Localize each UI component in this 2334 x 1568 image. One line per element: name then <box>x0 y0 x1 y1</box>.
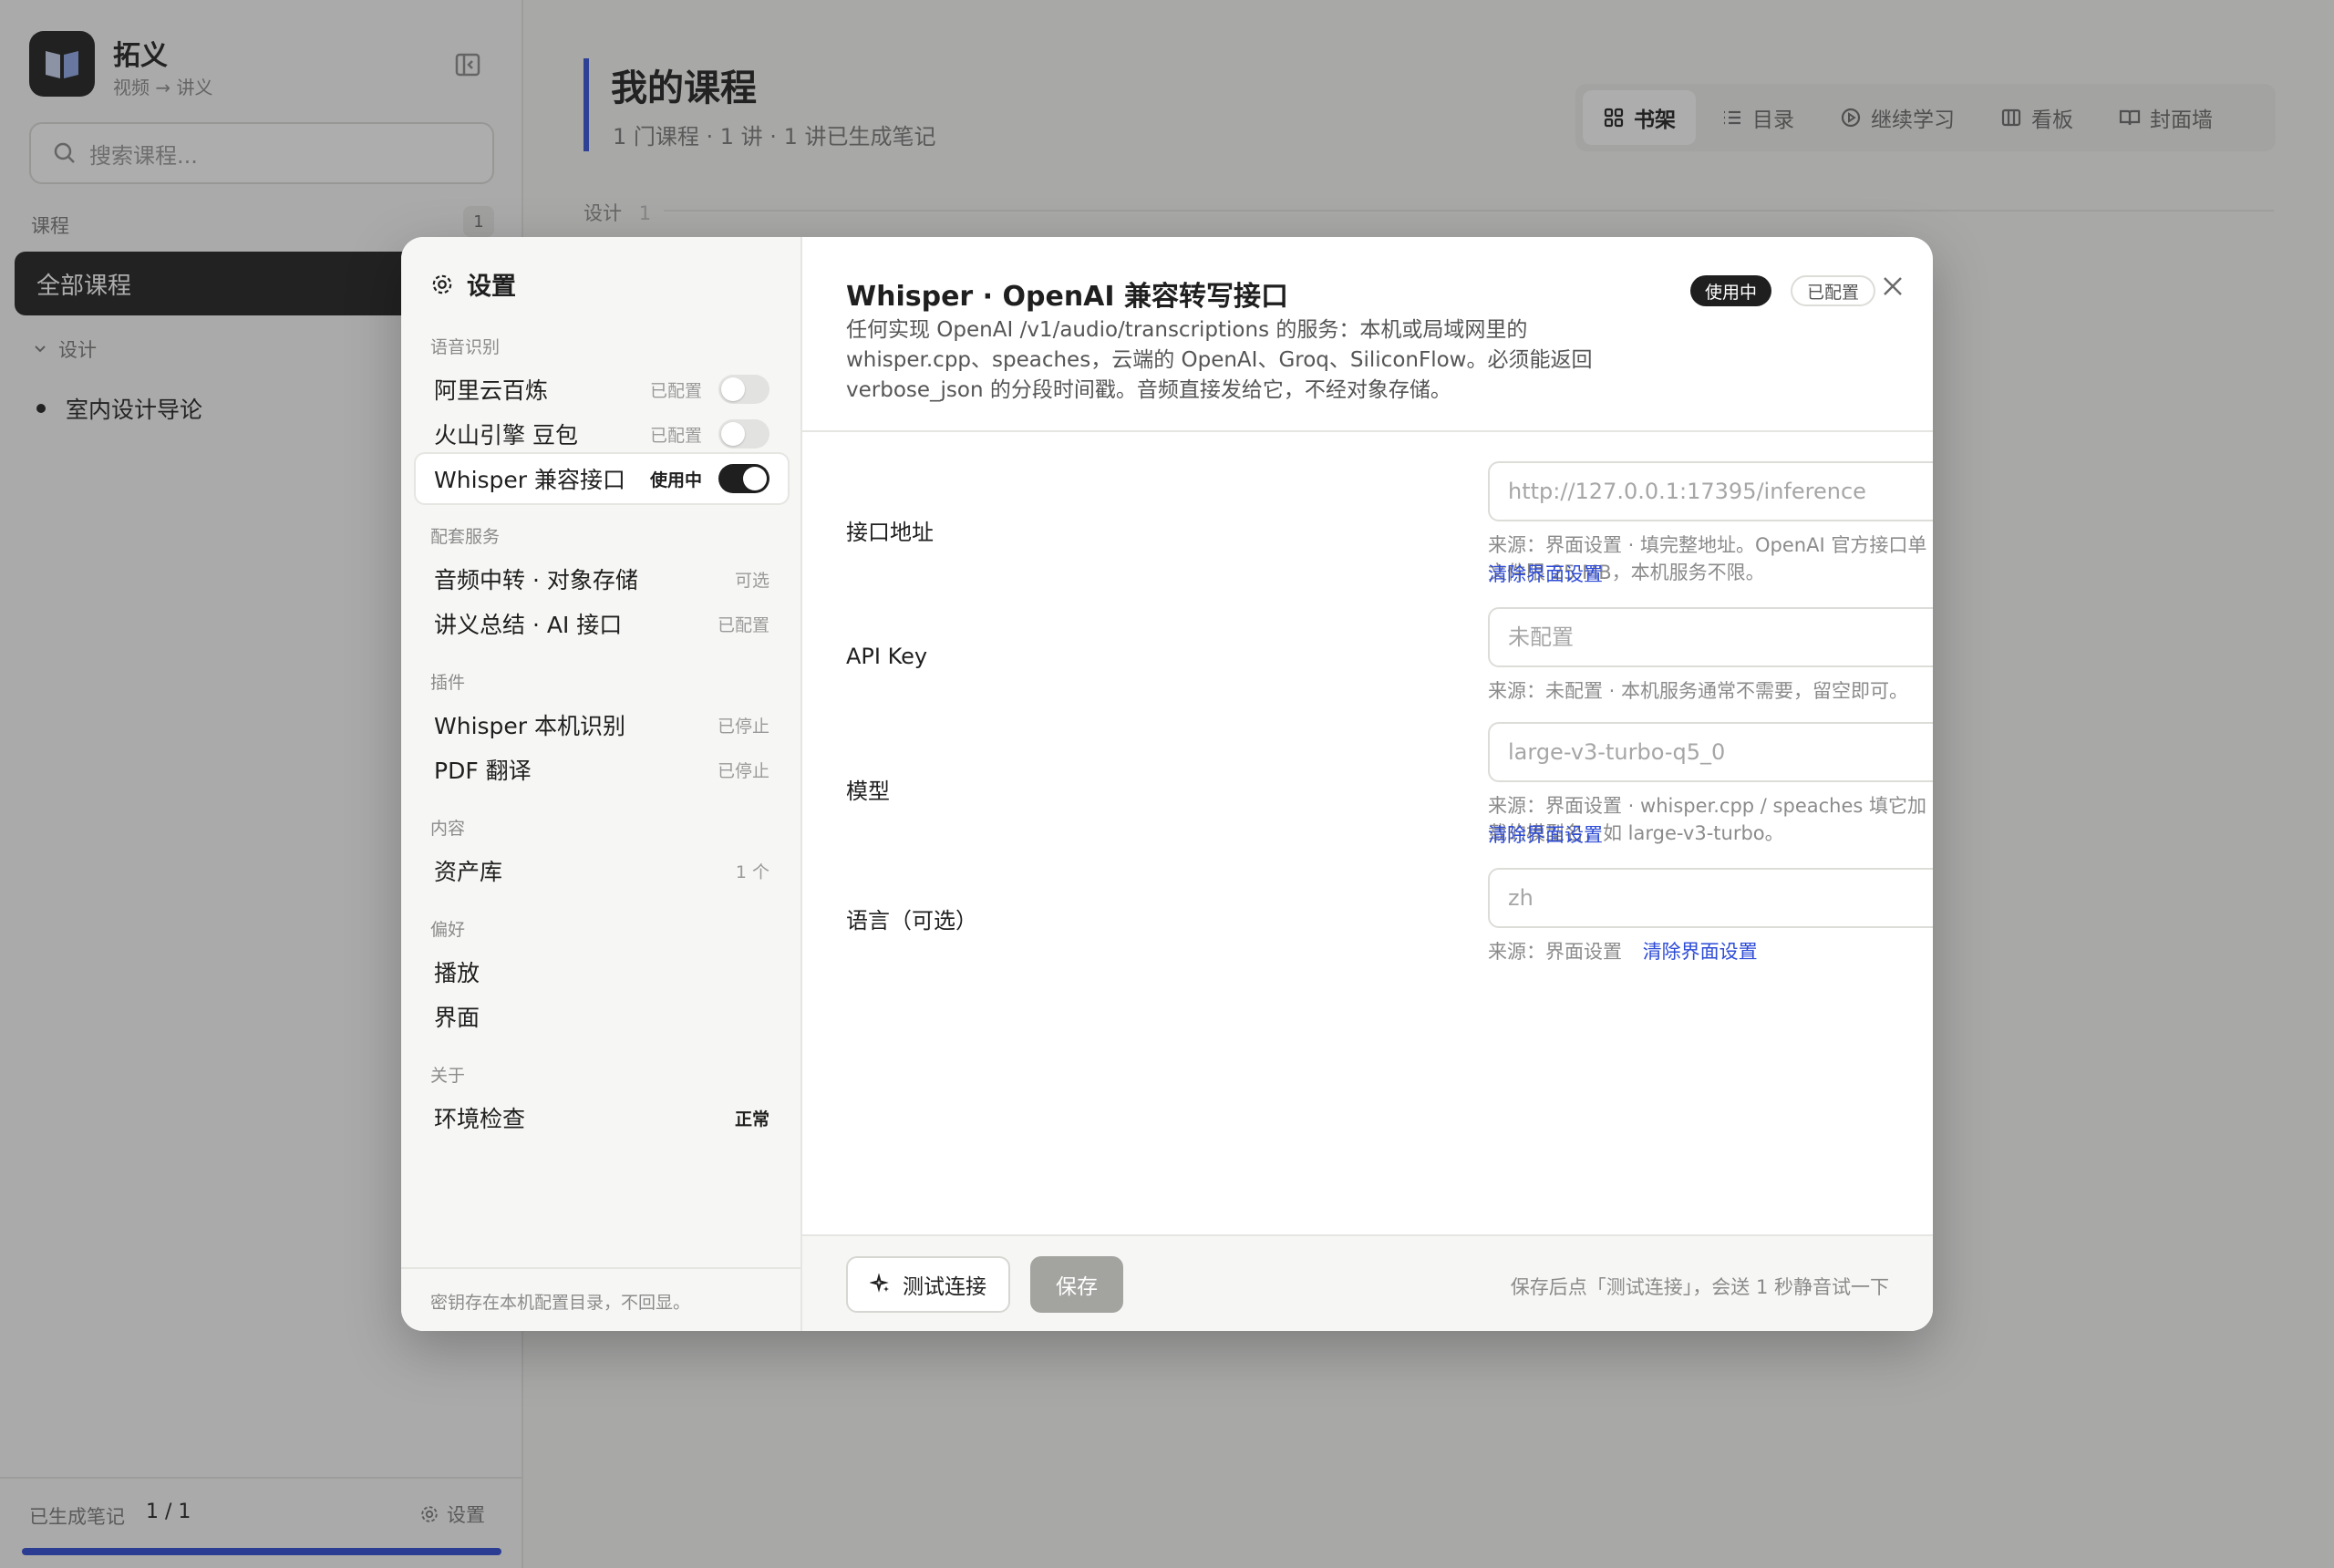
group-asr: 语音识别 <box>430 337 501 357</box>
item-label: 讲义总结 · AI 接口 <box>434 612 623 638</box>
settings-item-env[interactable]: 环境检查 正常 <box>416 1095 788 1140</box>
group-support: 配套服务 <box>430 527 501 547</box>
status-badge-active: 使用中 <box>1690 275 1772 306</box>
item-status: 已配置 <box>649 425 702 446</box>
item-status: 正常 <box>734 1109 769 1130</box>
group-content: 内容 <box>430 819 466 839</box>
item-label: Whisper 兼容接口 <box>434 467 626 493</box>
test-connection-label: 测试连接 <box>903 1275 986 1299</box>
toggle-volc[interactable] <box>718 419 769 449</box>
gear-icon <box>432 274 452 294</box>
settings-item-playback[interactable]: 播放 <box>416 949 788 995</box>
endpoint-label: 接口地址 <box>846 520 934 545</box>
detail-header: Whisper · OpenAI 兼容转写接口 任何实现 OpenAI /v1/… <box>802 237 1933 432</box>
item-status: 已配置 <box>649 380 702 401</box>
endpoint-input[interactable] <box>1488 461 1933 521</box>
api-key-label: API Key <box>846 644 928 669</box>
settings-nav-footer: 密钥存在本机配置目录，不回显。 <box>401 1267 802 1331</box>
api-key-input[interactable] <box>1488 607 1933 667</box>
item-label: 环境检查 <box>434 1106 526 1132</box>
settings-item-aliyun[interactable]: 阿里云百炼 已配置 <box>416 366 788 412</box>
settings-item-audio-relay[interactable]: 音频中转 · 对象存储 可选 <box>416 556 788 602</box>
settings-item-whisper-api[interactable]: Whisper 兼容接口 使用中 <box>416 454 788 503</box>
detail-footer: 测试连接 保存 保存后点「测试连接」，会送 1 秒静音试一下 <box>802 1234 1933 1331</box>
model-label: 模型 <box>846 779 890 804</box>
settings-modal: 设置 语音识别 阿里云百炼 已配置 火山引擎 豆包 已配置 Whisper 兼容… <box>401 237 1933 1331</box>
settings-nav: 设置 语音识别 阿里云百炼 已配置 火山引擎 豆包 已配置 Whisper 兼容… <box>401 237 802 1331</box>
item-status: 使用中 <box>649 469 702 490</box>
language-clear-link[interactable]: 清除界面设置 <box>1643 941 1758 963</box>
status-badge-configured: 已配置 <box>1791 275 1876 306</box>
language-hint: 来源：界面设置 清除界面设置 <box>1488 937 1758 965</box>
close-button[interactable] <box>1874 268 1911 304</box>
settings-title-text: 设置 <box>467 273 516 301</box>
language-hint-text: 来源：界面设置 <box>1488 941 1622 963</box>
group-plugins: 插件 <box>430 673 466 693</box>
toggle-whisper-api[interactable] <box>718 464 769 493</box>
settings-item-assets[interactable]: 资产库 1 个 <box>416 848 788 893</box>
group-about: 关于 <box>430 1066 466 1086</box>
settings-item-pdf[interactable]: PDF 翻译 已停止 <box>416 747 788 792</box>
settings-item-ui[interactable]: 界面 <box>416 994 788 1039</box>
settings-title: 设置 <box>430 266 516 302</box>
settings-item-whisper-local[interactable]: Whisper 本机识别 已停止 <box>416 702 788 748</box>
item-label: 播放 <box>434 960 480 986</box>
group-prefs: 偏好 <box>430 920 466 940</box>
item-label: Whisper 本机识别 <box>434 713 626 739</box>
model-input[interactable] <box>1488 722 1933 782</box>
detail-description: 任何实现 OpenAI /v1/audio/transcriptions 的服务… <box>846 318 1593 402</box>
item-status: 已停止 <box>717 760 769 781</box>
item-label: 阿里云百炼 <box>434 377 549 404</box>
toggle-aliyun[interactable] <box>718 375 769 404</box>
save-button[interactable]: 保存 <box>1030 1256 1123 1313</box>
endpoint-clear-link[interactable]: 清除界面设置 <box>1488 560 1603 587</box>
item-status: 已配置 <box>717 614 769 635</box>
item-label: PDF 翻译 <box>434 758 532 784</box>
item-label: 资产库 <box>434 859 503 885</box>
settings-detail: Whisper · OpenAI 兼容转写接口 任何实现 OpenAI /v1/… <box>802 237 1933 1331</box>
item-label: 火山引擎 豆包 <box>434 422 578 449</box>
item-label: 界面 <box>434 1005 480 1031</box>
footer-hint: 保存后点「测试连接」，会送 1 秒静音试一下 <box>1510 1276 1889 1298</box>
test-connection-button[interactable]: 测试连接 <box>846 1256 1010 1313</box>
sparkle-icon <box>870 1274 889 1293</box>
item-status: 可选 <box>734 570 769 591</box>
detail-title: Whisper · OpenAI 兼容转写接口 <box>846 281 1288 313</box>
api-key-hint: 来源：未配置 · 本机服务通常不需要，留空即可。 <box>1488 680 1909 702</box>
model-clear-link[interactable]: 清除界面设置 <box>1488 820 1603 848</box>
language-label: 语言（可选） <box>846 908 977 934</box>
settings-item-volc[interactable]: 火山引擎 豆包 已配置 <box>416 411 788 457</box>
item-status: 1 个 <box>735 861 769 882</box>
language-input[interactable] <box>1488 868 1933 928</box>
item-label: 音频中转 · 对象存储 <box>434 567 638 593</box>
settings-item-ai-summary[interactable]: 讲义总结 · AI 接口 已配置 <box>416 601 788 646</box>
close-icon <box>1884 277 1902 295</box>
item-status: 已停止 <box>717 716 769 737</box>
